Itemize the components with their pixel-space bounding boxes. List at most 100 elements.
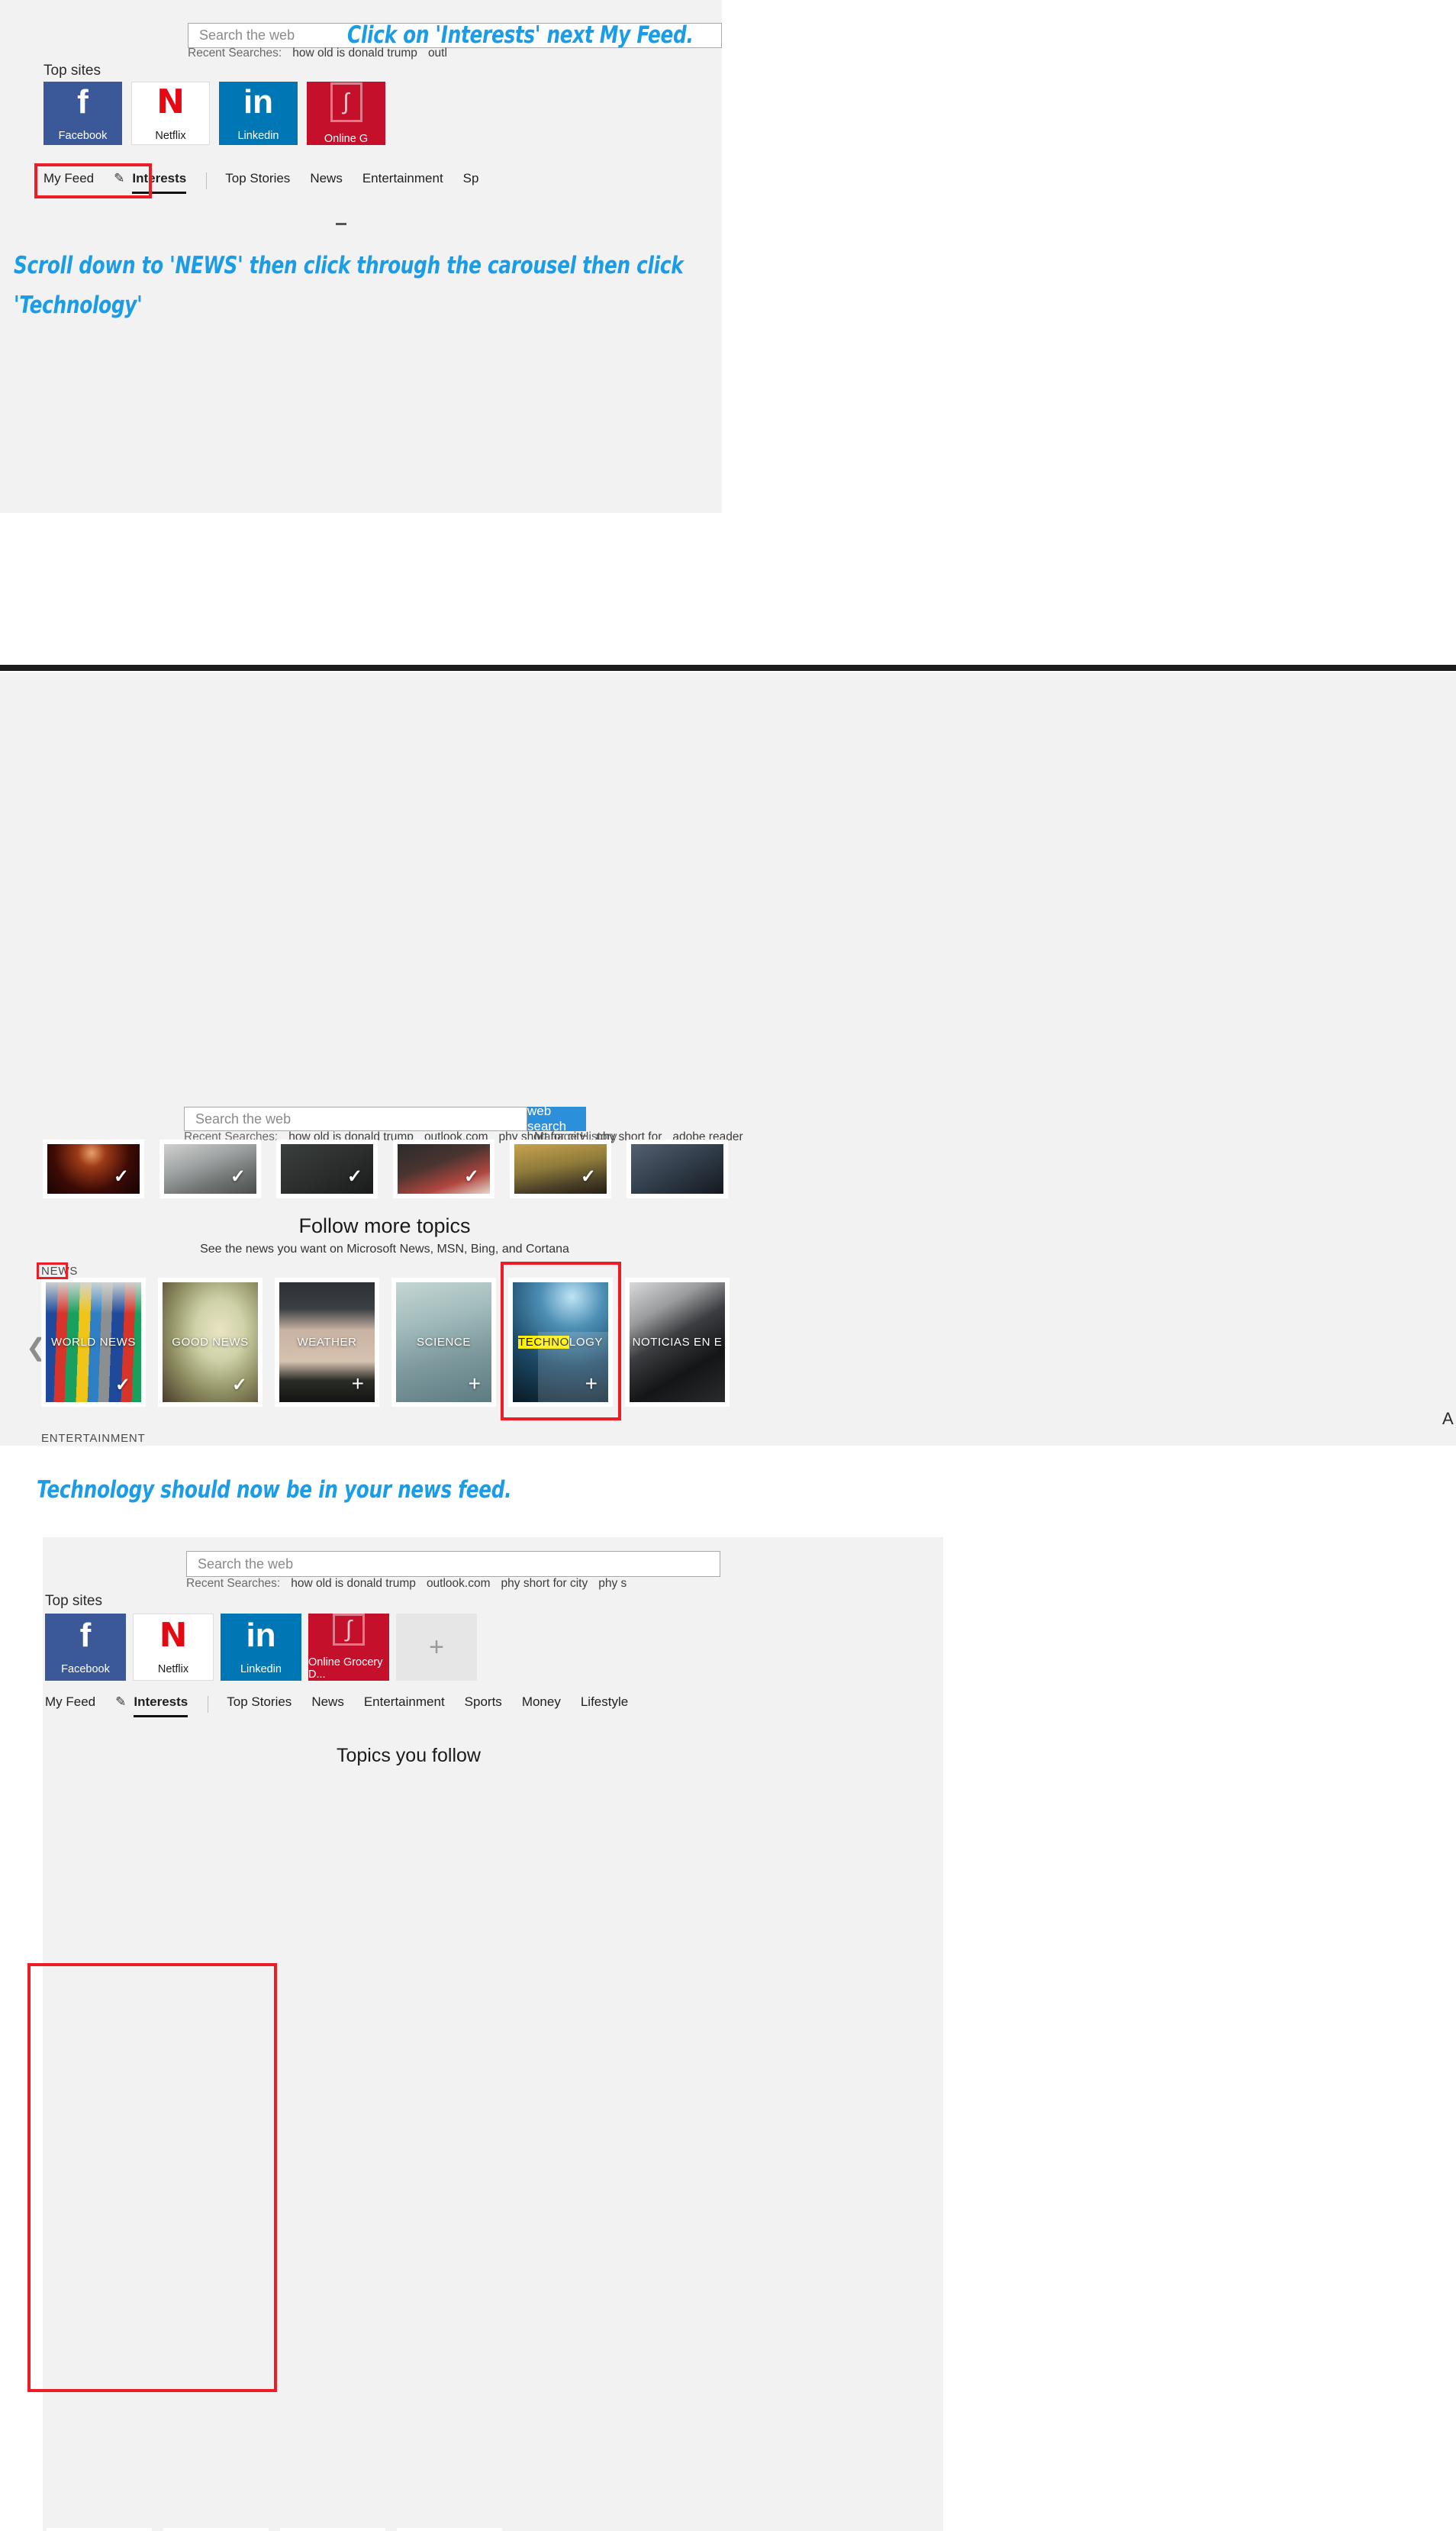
tab-sports[interactable]: Sp	[463, 171, 479, 186]
top-site-label: Online G	[324, 132, 369, 145]
topic-card-technology[interactable]: TECHNOLOGY ✓	[47, 2528, 152, 2531]
tab-top-stories[interactable]: Top Stories	[225, 171, 290, 186]
topic-thumb[interactable]: ✓	[159, 1140, 261, 1198]
followed-check-icon[interactable]: ✓	[581, 1168, 596, 1186]
top-site-tile-linkedin[interactable]: in Linkedin	[219, 82, 298, 145]
recent-search-item[interactable]: phy s	[598, 1577, 627, 1590]
top-site-tile-linkedin[interactable]: in Linkedin	[221, 1614, 301, 1681]
topic-card-weather[interactable]: WEATHER +	[275, 1278, 379, 1407]
facebook-icon: f	[79, 1617, 92, 1654]
tab-top-stories[interactable]: Top Stories	[227, 1694, 292, 1710]
annotation-step-3: Technology should now be in your news fe…	[37, 1476, 512, 1504]
search-placeholder: Search the web	[199, 27, 295, 43]
section-divider	[0, 665, 1456, 671]
topic-card-image: GOOD NEWS ✓	[163, 1282, 258, 1402]
topics-you-follow-heading: Topics you follow	[337, 1745, 481, 1766]
top-sites-title: Top sites	[43, 63, 101, 79]
tab-interests[interactable]: Interests	[132, 171, 187, 194]
topic-thumb-image: ✓	[47, 1144, 140, 1194]
recent-search-item[interactable]: phy short for city	[501, 1577, 588, 1590]
topic-thumb[interactable]	[627, 1140, 728, 1198]
recent-search-item[interactable]: how old is donald trump	[291, 1577, 416, 1590]
follow-plus-icon[interactable]: +	[469, 1373, 481, 1394]
recent-searches-label: Recent Searches:	[186, 1577, 281, 1590]
top-site-label: Linkedin	[240, 1663, 282, 1675]
tab-news[interactable]: News	[310, 171, 343, 186]
top-site-label: Linkedin	[237, 129, 279, 142]
tab-sports[interactable]: Sports	[465, 1694, 502, 1710]
web-search-button-label: web search	[527, 1104, 567, 1133]
topic-card-image: WORLD NEWS ✓	[46, 1282, 141, 1402]
tab-lifestyle[interactable]: Lifestyle	[581, 1694, 628, 1710]
followed-check-icon[interactable]: ✓	[232, 1376, 247, 1394]
followed-check-icon[interactable]: ✓	[230, 1168, 246, 1186]
top-site-label: Netflix	[157, 1663, 189, 1675]
top-site-tile-netflix[interactable]: N Netflix	[131, 82, 210, 145]
topic-card-noticias[interactable]: NOTICIAS EN E	[625, 1278, 730, 1407]
tab-entertainment[interactable]: Entertainment	[362, 171, 443, 186]
topic-card-science[interactable]: SCIENCE +	[391, 1278, 496, 1407]
web-search-button[interactable]: web search	[527, 1104, 586, 1133]
topic-card-image: NOTICIAS EN E	[630, 1282, 725, 1402]
search-input[interactable]: Search the web	[184, 1107, 527, 1131]
tab-my-feed[interactable]: My Feed	[45, 1694, 95, 1710]
topic-card-label: SCIENCE	[417, 1336, 471, 1349]
topic-card-label: WEATHER	[297, 1336, 357, 1349]
follow-plus-icon[interactable]: +	[352, 1373, 364, 1394]
add-site-tile[interactable]: +	[396, 1614, 477, 1681]
top-site-tile-netflix[interactable]: N Netflix	[133, 1614, 214, 1681]
follow-plus-icon[interactable]: +	[585, 1373, 598, 1394]
pencil-icon[interactable]: ✎	[115, 1694, 126, 1710]
recent-searches-label: Recent Searches:	[188, 47, 282, 60]
topic-thumb[interactable]: ✓	[43, 1140, 144, 1198]
follow-more-topics-header: Follow more topics See the news you want…	[0, 1214, 769, 1256]
topic-card-top-stories[interactable]: TOP STORIES ✓	[163, 2528, 269, 2531]
add-site-icon: +	[429, 1632, 444, 1662]
topic-thumb-image: ✓	[514, 1144, 607, 1194]
grocery-icon: ∫	[333, 1614, 365, 1646]
tab-interests-label: Interests	[134, 1694, 188, 1709]
followed-check-icon[interactable]: ✓	[114, 1168, 129, 1186]
tab-my-feed[interactable]: My Feed	[43, 171, 94, 186]
netflix-icon: N	[156, 82, 185, 121]
topic-card-lifestyle[interactable]: LIFES	[397, 2528, 502, 2531]
facebook-icon: f	[77, 82, 89, 121]
tab-interests[interactable]: Interests	[134, 1694, 188, 1717]
tab-entertainment[interactable]: Entertainment	[364, 1694, 445, 1710]
topic-card-image: TECHNOLOGY +	[513, 1282, 608, 1402]
category-label-entertainment: ENTERTAINMENT	[41, 1432, 146, 1445]
top-site-tile-facebook[interactable]: f Facebook	[45, 1614, 126, 1681]
search-input[interactable]: Search the web	[186, 1551, 720, 1577]
topic-thumb[interactable]: ✓	[276, 1140, 378, 1198]
tab-interests-label: Interests	[132, 171, 187, 185]
tab-divider	[206, 172, 208, 189]
top-site-label: Facebook	[61, 1663, 110, 1675]
feed-tabs: My Feed ✎ Interests Top Stories News Ent…	[43, 171, 498, 194]
topic-card-label: GOOD NEWS	[172, 1336, 249, 1349]
followed-check-icon[interactable]: ✓	[464, 1168, 479, 1186]
follow-more-heading: Follow more topics	[298, 1214, 471, 1237]
top-site-label: Facebook	[58, 129, 108, 142]
panel-step-3: Search the web Recent Searches: how old i…	[43, 1537, 943, 2531]
recent-search-item[interactable]: outlook.com	[427, 1577, 491, 1590]
panel-step-2: Search the web web search Recent Searche…	[0, 672, 1456, 1446]
followed-check-icon[interactable]: ✓	[347, 1168, 362, 1186]
topic-card-celebrities[interactable]: CELEBRITIES ✓	[280, 2528, 385, 2531]
topic-thumb[interactable]: ✓	[510, 1140, 611, 1198]
followed-check-icon[interactable]: ✓	[115, 1376, 130, 1394]
top-site-tile-online-grocery[interactable]: ∫ Online Grocery D...	[308, 1614, 389, 1681]
top-sites-title: Top sites	[45, 1593, 102, 1609]
annotation-step-2: Scroll down to 'NEWS' then click through…	[14, 252, 684, 320]
scroll-hint-dash	[336, 223, 346, 225]
topic-thumb[interactable]: ✓	[393, 1140, 494, 1198]
topic-card-good-news[interactable]: GOOD NEWS ✓	[158, 1278, 263, 1407]
top-site-tile-facebook[interactable]: f Facebook	[43, 82, 122, 145]
feed-tabs-bottom: My Feed ✎ Interests Top Stories News Ent…	[45, 1694, 648, 1717]
topic-card-technology[interactable]: TECHNOLOGY +	[508, 1278, 613, 1407]
tab-news[interactable]: News	[311, 1694, 344, 1710]
top-site-tile-online-grocery[interactable]: ∫ Online G	[307, 82, 385, 145]
tab-money[interactable]: Money	[522, 1694, 561, 1710]
topic-card-world-news[interactable]: WORLD NEWS ✓	[41, 1278, 146, 1407]
linkedin-icon: in	[246, 1617, 276, 1654]
pencil-icon[interactable]: ✎	[114, 171, 124, 186]
